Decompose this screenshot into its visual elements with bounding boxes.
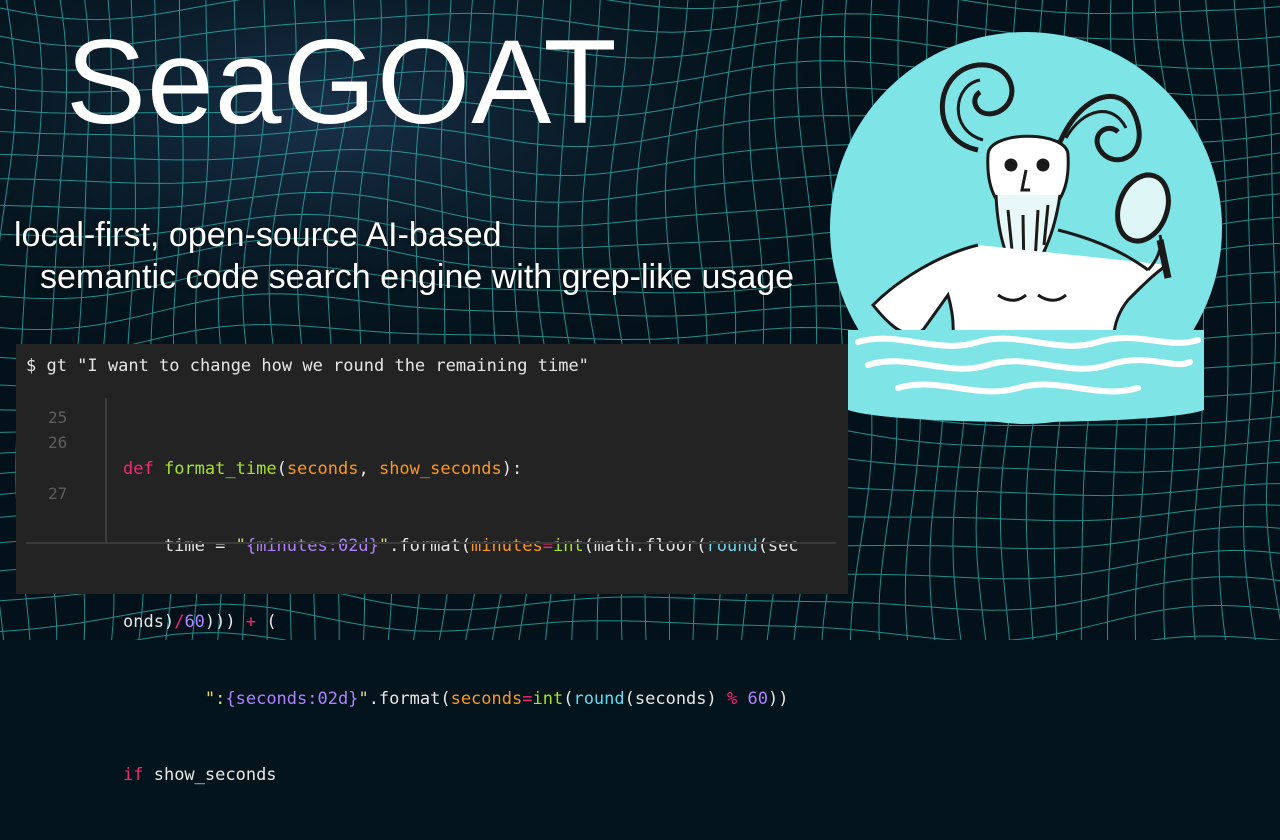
string: " [358, 688, 369, 709]
code-text: (math.floor( [583, 535, 707, 556]
code-block: def format_time(seconds, show_seconds): … [123, 406, 799, 840]
keyword: def [123, 459, 154, 479]
placeholder: {minutes:02d} [245, 535, 379, 556]
builtin: round [706, 535, 758, 556]
punct: , [358, 459, 379, 479]
kwarg: minutes [471, 535, 543, 556]
code-text: ( [256, 612, 277, 632]
number: 60 [747, 688, 768, 709]
code-line-26-wrap: onds)/60))) + ( [123, 610, 799, 636]
terminal-panel: $ gt "I want to change how we round the … [16, 344, 848, 785]
operator: % [727, 688, 738, 709]
code-line-27: ":{seconds:02d}".format(seconds=int(roun… [123, 687, 799, 713]
line-number: 25 [48, 408, 68, 427]
line-number: 26 [48, 433, 68, 452]
function-name: format_time [163, 459, 277, 479]
string: " [235, 535, 246, 556]
punct: ): [501, 459, 523, 479]
code-line-25: def format_time(seconds, show_seconds): [123, 457, 799, 483]
code-text: (seconds) [624, 688, 727, 709]
string: ": [204, 688, 226, 709]
operator: = [522, 688, 533, 709]
line-number: 27 [48, 484, 68, 503]
code-text: show_seconds [143, 765, 277, 785]
code-line-28: if show_seconds [123, 763, 799, 789]
param: seconds [286, 459, 359, 479]
code-text: onds) [123, 612, 175, 632]
code-line-26: time = "{minutes:02d}".format(minutes=in… [123, 534, 799, 560]
punct: ( [563, 688, 574, 709]
operator: + [245, 612, 257, 632]
builtin: int [552, 535, 584, 556]
code-text: time = [123, 535, 236, 556]
divider [26, 542, 836, 544]
keyword: if [123, 765, 144, 785]
operator: = [542, 535, 553, 556]
punct: ( [276, 459, 287, 479]
builtin: int [532, 688, 564, 709]
kwarg: seconds [450, 688, 523, 709]
app-title: SeaGOAT [66, 15, 618, 149]
tagline-line-1: local-first, open-source AI-based [14, 216, 502, 254]
goat-man-with-magnifying-glass-icon [830, 32, 1222, 424]
string: " [378, 535, 390, 556]
builtin: round [573, 688, 625, 709]
code-text: .format( [389, 535, 472, 556]
code-text: ))) [204, 612, 246, 632]
param: show_seconds [378, 459, 502, 479]
tagline-line-2: semantic code search engine with grep-li… [40, 258, 795, 296]
code-text: .format( [368, 688, 451, 709]
code-text: (sec [757, 535, 799, 556]
terminal-command: $ gt "I want to change how we round the … [26, 356, 589, 376]
placeholder: {seconds:02d} [225, 688, 359, 709]
gutter-divider [105, 398, 107, 542]
operator: / [174, 612, 185, 632]
number: 60 [184, 612, 205, 632]
punct: )) [767, 688, 789, 709]
